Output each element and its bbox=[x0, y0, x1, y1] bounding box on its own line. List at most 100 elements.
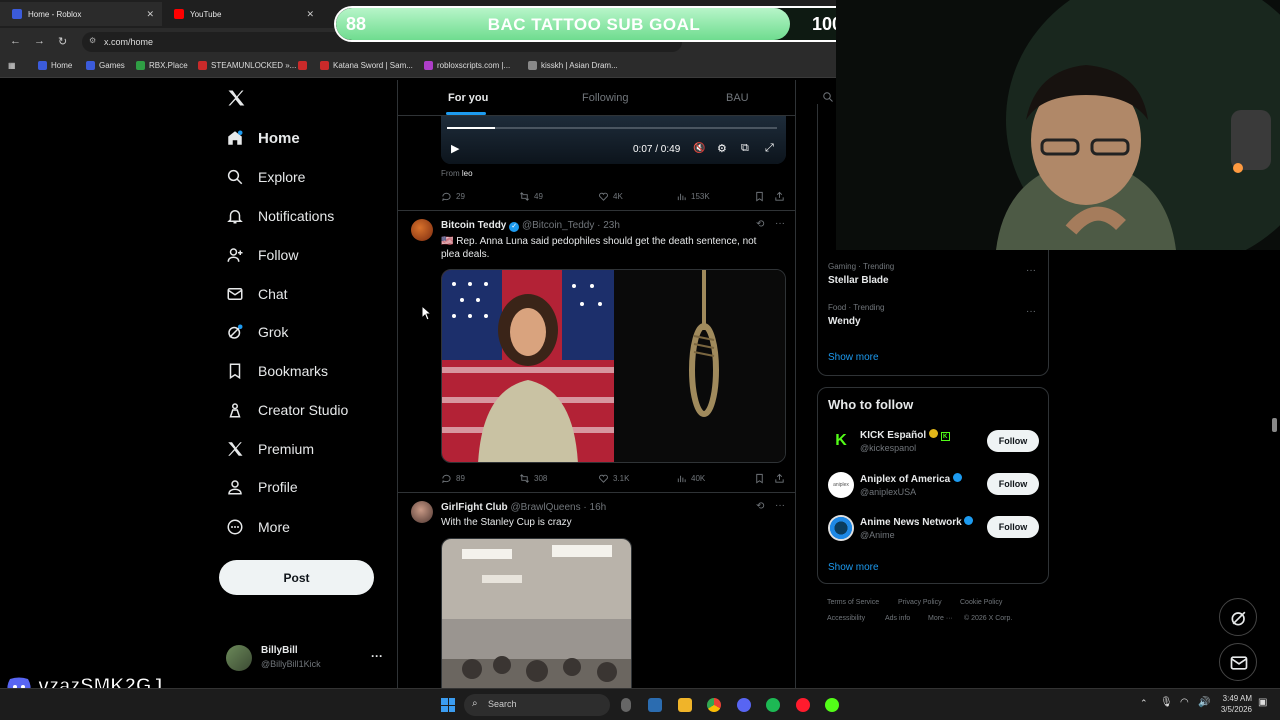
nav-grok[interactable]: Grok bbox=[226, 317, 288, 347]
forward-icon[interactable]: → bbox=[34, 35, 45, 47]
task-view-icon[interactable] bbox=[621, 698, 631, 712]
follow-suggestion[interactable]: aniplex Aniplex of America @aniplexUSA bbox=[828, 471, 978, 501]
author-name[interactable]: GirlFight Club bbox=[441, 502, 508, 513]
tab-following[interactable]: Following bbox=[582, 92, 628, 104]
bookmark-post-button[interactable] bbox=[754, 473, 765, 484]
trend-item[interactable]: Food · Trending Wendy bbox=[828, 303, 884, 327]
fullscreen-icon[interactable]: ⤢ bbox=[765, 142, 774, 155]
show-more-follow-link[interactable]: Show more bbox=[828, 562, 879, 573]
page-scrollbar[interactable] bbox=[1272, 418, 1277, 432]
post-button[interactable]: Post bbox=[219, 560, 374, 595]
opera-icon[interactable] bbox=[796, 698, 810, 712]
notification-icon[interactable]: ▣ bbox=[1258, 697, 1267, 708]
apps-icon[interactable]: ▦ bbox=[8, 61, 16, 70]
like-button[interactable]: 3.1K bbox=[598, 473, 629, 484]
more-link[interactable]: More ··· bbox=[928, 615, 953, 622]
more-icon[interactable]: ··· bbox=[371, 649, 383, 663]
share-button[interactable] bbox=[774, 473, 785, 484]
post-bitcoin-teddy[interactable]: Bitcoin Teddy ✓ @Bitcoin_Teddy · 23h ⟲ ·… bbox=[398, 211, 795, 492]
from-name[interactable]: leo bbox=[462, 169, 473, 178]
repost-button[interactable]: 308 bbox=[519, 473, 547, 484]
more-icon[interactable]: ··· bbox=[1026, 306, 1036, 317]
cookie-link[interactable]: Cookie Policy bbox=[960, 599, 1002, 606]
pip-icon[interactable]: ⧉ bbox=[741, 142, 749, 155]
wifi-icon[interactable]: ◠ bbox=[1180, 697, 1189, 708]
kick-icon[interactable] bbox=[825, 698, 839, 712]
grok-icon[interactable]: ⟲ bbox=[756, 219, 764, 230]
tab-roblox[interactable]: Home - Roblox ✕ bbox=[0, 2, 162, 26]
close-tab-icon[interactable]: ✕ bbox=[146, 9, 154, 20]
post-time[interactable]: · 16h bbox=[583, 502, 606, 513]
nav-follow[interactable]: Follow bbox=[226, 240, 298, 270]
widgets-icon[interactable] bbox=[648, 698, 662, 712]
tab-bau[interactable]: BAU bbox=[726, 92, 749, 104]
mute-icon[interactable]: 🔇 bbox=[693, 143, 705, 154]
ads-info-link[interactable]: Ads info bbox=[885, 615, 910, 622]
settings-icon[interactable]: ⚙ bbox=[717, 142, 727, 155]
like-button[interactable]: 4K bbox=[598, 191, 623, 202]
clock[interactable]: 3:49 AM 3/5/2026 bbox=[1218, 693, 1252, 715]
taskbar-search[interactable]: ⌕ Search bbox=[464, 694, 610, 716]
nav-more[interactable]: More bbox=[226, 512, 290, 542]
bookmark-katana[interactable]: Katana Sword | Sam... bbox=[320, 61, 413, 70]
start-icon[interactable] bbox=[441, 698, 455, 712]
video-progress-bar[interactable] bbox=[447, 127, 777, 129]
show-more-trends-link[interactable]: Show more bbox=[828, 352, 879, 363]
avatar[interactable] bbox=[411, 501, 433, 523]
post-media[interactable] bbox=[441, 269, 786, 463]
accessibility-link[interactable]: Accessibility bbox=[827, 615, 865, 622]
grok-icon[interactable]: ⟲ bbox=[756, 501, 764, 512]
account-switcher[interactable]: BillyBill @BillyBill1Kick ··· bbox=[226, 643, 386, 673]
follow-suggestion[interactable]: K KICK Español K @kickespanol bbox=[828, 427, 978, 457]
nav-premium[interactable]: Premium bbox=[226, 434, 314, 464]
nav-profile[interactable]: Profile bbox=[226, 472, 298, 502]
share-button[interactable] bbox=[774, 191, 785, 202]
author-handle[interactable]: @Bitcoin_Teddy bbox=[522, 220, 594, 231]
views-button[interactable]: 153K bbox=[676, 191, 710, 202]
x-logo-icon[interactable] bbox=[226, 88, 246, 108]
microphone-icon[interactable]: 🎙 bbox=[1160, 697, 1173, 708]
grok-float-button[interactable] bbox=[1219, 598, 1257, 636]
close-tab-icon[interactable]: ✕ bbox=[306, 9, 314, 20]
video-player[interactable]: ▶ 0:07 / 0:49 🔇 ⚙ ⧉ ⤢ bbox=[441, 116, 786, 164]
nav-explore[interactable]: Explore bbox=[226, 162, 305, 192]
reply-button[interactable]: 89 bbox=[441, 473, 465, 484]
play-icon[interactable]: ▶ bbox=[451, 142, 459, 155]
follow-button[interactable]: Follow bbox=[987, 516, 1039, 538]
site-info-icon[interactable]: ⚙ bbox=[89, 36, 96, 45]
bookmark-games[interactable]: Games bbox=[86, 61, 125, 70]
reply-button[interactable]: 29 bbox=[441, 191, 465, 202]
nav-home[interactable]: Home bbox=[226, 123, 300, 153]
nav-notifications[interactable]: Notifications bbox=[226, 201, 334, 231]
trend-item[interactable]: Gaming · Trending Stellar Blade bbox=[828, 262, 894, 286]
back-icon[interactable]: ← bbox=[10, 35, 21, 47]
bookmark-rbxplace[interactable]: RBX.Place bbox=[136, 61, 188, 70]
author-name[interactable]: Bitcoin Teddy bbox=[441, 220, 506, 231]
reload-icon[interactable]: ↻ bbox=[58, 35, 67, 48]
messages-float-button[interactable] bbox=[1219, 643, 1257, 681]
more-icon[interactable]: ··· bbox=[775, 500, 785, 511]
repost-button[interactable]: 49 bbox=[519, 191, 543, 202]
follow-button[interactable]: Follow bbox=[987, 473, 1039, 495]
spotify-icon[interactable] bbox=[766, 698, 780, 712]
nav-creator-studio[interactable]: Creator Studio bbox=[226, 395, 348, 425]
follow-suggestion[interactable]: Anime News Network @Anime bbox=[828, 514, 978, 544]
bookmark-steamunlocked[interactable]: STEAMUNLOCKED »... bbox=[198, 61, 296, 70]
post-girlfight-club[interactable]: GirlFight Club @BrawlQueens · 16h ⟲ ··· … bbox=[398, 493, 795, 688]
avatar[interactable] bbox=[411, 219, 433, 241]
discord-icon[interactable] bbox=[737, 698, 751, 712]
privacy-link[interactable]: Privacy Policy bbox=[898, 599, 942, 606]
bookmark-unnamed[interactable] bbox=[298, 61, 307, 70]
nav-bookmarks[interactable]: Bookmarks bbox=[226, 356, 328, 386]
more-icon[interactable]: ··· bbox=[775, 218, 785, 229]
terms-link[interactable]: Terms of Service bbox=[827, 599, 879, 606]
bookmark-home[interactable]: Home bbox=[38, 61, 72, 70]
file-explorer-icon[interactable] bbox=[678, 698, 692, 712]
more-icon[interactable]: ··· bbox=[1026, 265, 1036, 276]
tray-chevron-icon[interactable]: ⌃ bbox=[1140, 698, 1148, 709]
nav-chat[interactable]: Chat bbox=[226, 279, 288, 309]
follow-button[interactable]: Follow bbox=[987, 430, 1039, 452]
tab-for-you[interactable]: For you bbox=[448, 92, 488, 104]
tab-youtube[interactable]: YouTube ✕ bbox=[162, 2, 322, 26]
bookmark-post-button[interactable] bbox=[754, 191, 765, 202]
